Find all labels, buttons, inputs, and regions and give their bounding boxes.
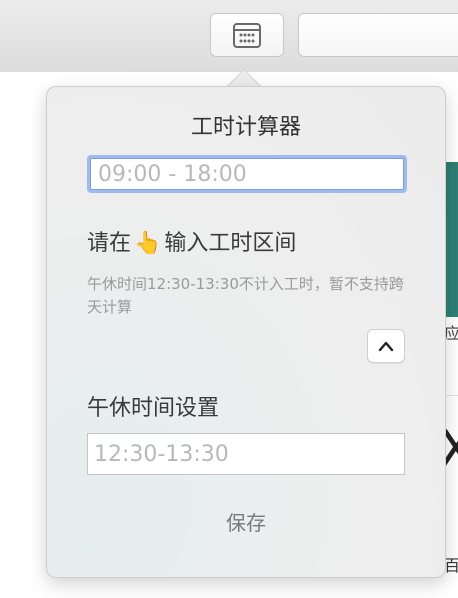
lunch-break-note: 午休时间12:30-13:30不计入工时，暂不支持跨天计算 — [87, 275, 404, 316]
collapse-button[interactable] — [367, 329, 405, 363]
popover-arrow — [227, 70, 261, 87]
pointing-up-hand-icon: 👆 — [134, 231, 162, 256]
input-hint: 请在 👆 输入工时区间 — [87, 225, 296, 257]
save-button[interactable]: 保存 — [47, 507, 445, 536]
toolbar-search-field[interactable] — [298, 13, 458, 57]
hint-suffix: 输入工时区间 — [164, 231, 297, 256]
chevron-up-icon — [378, 341, 394, 352]
calculator-toolbar-button[interactable] — [210, 13, 284, 57]
calendar-grid-icon — [233, 23, 261, 48]
lunch-break-input[interactable] — [87, 433, 405, 475]
work-hours-calculator-popover: 工时计算器 请在👆输入工时区间 午休时间12:30-13:30不计入工时，暂不支… — [46, 86, 446, 578]
window-toolbar — [0, 0, 458, 73]
background-text-1: 应 — [444, 324, 458, 343]
lunch-break-label: 午休时间设置 — [87, 396, 220, 421]
popover-title: 工时计算器 — [190, 115, 301, 140]
hint-prefix: 请在 — [87, 231, 132, 256]
background-text-3: 百 — [444, 556, 458, 575]
work-hours-range-input[interactable] — [87, 155, 407, 193]
